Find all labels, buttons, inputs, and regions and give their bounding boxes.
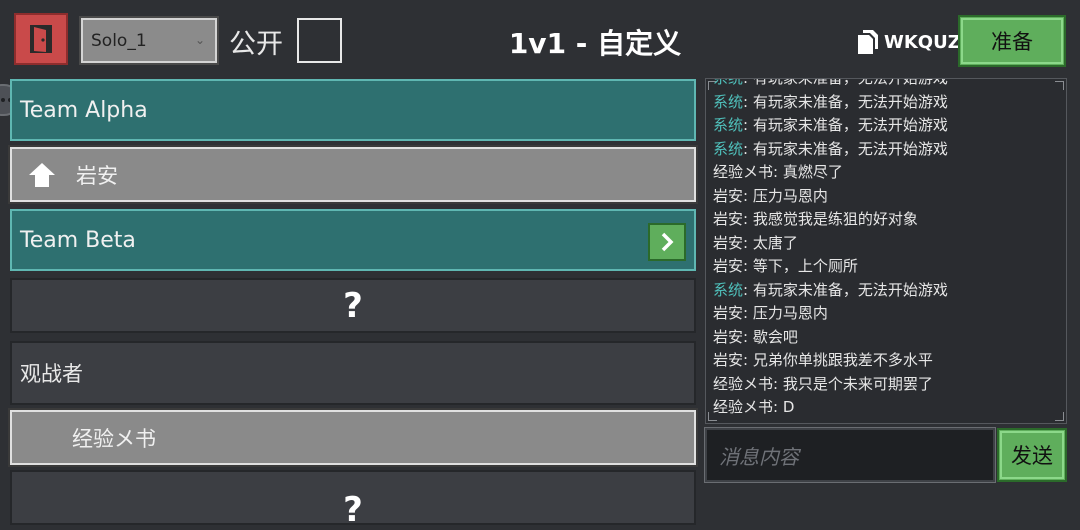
chat-text: : 等下，上个厕所: [743, 257, 858, 275]
chat-sender: 岩安: [713, 351, 744, 369]
chat-message: 岩安: 我感觉我是练狙的好对象: [713, 208, 918, 229]
chevron-down-icon: ⌄: [194, 33, 205, 47]
chat-message: 岩安: 压力马恩内: [713, 302, 828, 323]
player-name: 岩安: [76, 163, 118, 188]
player-slot[interactable]: 岩安: [8, 145, 698, 204]
chat-message: 系统: 有玩家未准备，无法开始游戏: [713, 78, 948, 88]
page-title: 1v1 - 自定义: [508, 27, 682, 60]
ready-button[interactable]: 准备: [958, 15, 1066, 67]
chat-sender: 经验メ书: [713, 163, 774, 181]
join-team-button[interactable]: [648, 223, 686, 261]
spectators-header: 观战者: [10, 341, 696, 405]
chat-text: : 兄弟你单挑跟我差不多水平: [743, 351, 933, 369]
chat-message: 岩安: 压力马恩内: [713, 185, 828, 206]
empty-slot-mark: ?: [343, 285, 363, 326]
chat-text: : 有玩家未准备，无法开始游戏: [743, 78, 948, 87]
home-icon: [29, 162, 55, 187]
chat-message: 经验メ书: D: [713, 396, 794, 417]
handle-icon: [1, 98, 5, 102]
chat-sender: 岩安: [713, 233, 744, 252]
chat-sender: 岩安: [713, 257, 744, 275]
chat-message: 岩安: 兄弟你单挑跟我差不多水平: [713, 349, 933, 370]
send-button-label: 发送: [1011, 444, 1053, 468]
chat-message: 系统: 有玩家未准备，无法开始游戏: [713, 279, 948, 300]
empty-player-slot[interactable]: ?: [10, 278, 696, 333]
chat-message: 系统: 有玩家未准备，无法开始游戏: [713, 138, 948, 159]
chat-text: : 有玩家未准备，无法开始游戏: [743, 139, 948, 158]
chat-sender: 系统: [713, 92, 744, 111]
chat-text: : 太唐了: [743, 233, 798, 252]
chat-sender: 系统: [713, 116, 744, 134]
chat-message: 经验メ书: 我只是个未来可期罢了: [713, 373, 933, 394]
chat-text: : 压力马恩内: [743, 186, 828, 205]
spectators-label: 观战者: [20, 362, 83, 386]
team-name: Team Alpha: [20, 97, 148, 123]
ready-button-label: 准备: [991, 30, 1033, 54]
chat-text: : 有玩家未准备，无法开始游戏: [743, 92, 948, 111]
chat-message: 经验メ书: 真燃尽了: [713, 161, 843, 182]
chat-sender: 系统: [713, 280, 744, 299]
chat-sender: 系统: [713, 78, 744, 87]
chat-sender: 岩安: [713, 186, 744, 205]
chat-sender: 岩安: [713, 304, 744, 322]
public-checkbox[interactable]: [297, 18, 342, 63]
mode-select[interactable]: Solo_1 ⌄: [79, 16, 219, 65]
chat-sender: 岩安: [713, 210, 744, 228]
chat-sender: 经验メ书: [713, 374, 774, 393]
public-label: 公开: [229, 29, 283, 60]
spectator-name: 经验メ书: [72, 426, 156, 451]
chat-message: 岩安: 歇会吧: [713, 326, 798, 347]
chat-text: : 我感觉我是练狙的好对象: [743, 210, 918, 228]
chat-sender: 系统: [713, 139, 744, 158]
message-input-placeholder: 消息内容: [719, 444, 799, 469]
empty-spectator-slot[interactable]: ?: [10, 470, 696, 530]
chat-sender: 经验メ书: [713, 398, 774, 416]
room-code[interactable]: WKQUZ5: [856, 26, 973, 58]
empty-slot-mark: ?: [343, 489, 363, 530]
chat-log[interactable]: 系统: 有玩家未准备，无法开始游戏 系统: 有玩家未准备，无法开始游戏 系统: 有玩…: [705, 78, 1067, 424]
chat-text: : 真燃尽了: [773, 163, 843, 181]
exit-door-icon: [30, 25, 52, 53]
chat-message: 岩安: 太唐了: [713, 232, 798, 253]
chat-text: : 歇会吧: [743, 327, 798, 346]
team-name: Team Beta: [20, 227, 136, 253]
chat-message: 岩安: 等下，上个厕所: [713, 255, 858, 276]
chat-text: : 有玩家未准备，无法开始游戏: [743, 116, 948, 134]
chat-text: : 压力马恩内: [743, 304, 828, 322]
chat-message: 系统: 有玩家未准备，无法开始游戏: [713, 114, 948, 135]
chat-sender: 岩安: [713, 327, 744, 346]
send-button[interactable]: 发送: [997, 428, 1067, 482]
chevron-right-icon: [661, 232, 674, 252]
team-alpha-header: Team Alpha: [10, 79, 696, 141]
chat-text: : 我只是个未来可期罢了: [773, 374, 933, 393]
mode-select-value: Solo_1: [91, 30, 147, 51]
team-beta-header: Team Beta: [10, 209, 696, 271]
exit-room-button[interactable]: [14, 13, 68, 65]
message-input[interactable]: 消息内容: [704, 427, 996, 483]
chat-text: : D: [773, 398, 795, 416]
chat-text: : 有玩家未准备，无法开始游戏: [743, 280, 948, 299]
spectator-slot[interactable]: 经验メ书: [8, 408, 698, 467]
chat-message: 系统: 有玩家未准备，无法开始游戏: [713, 91, 948, 112]
copy-icon: [858, 30, 878, 54]
